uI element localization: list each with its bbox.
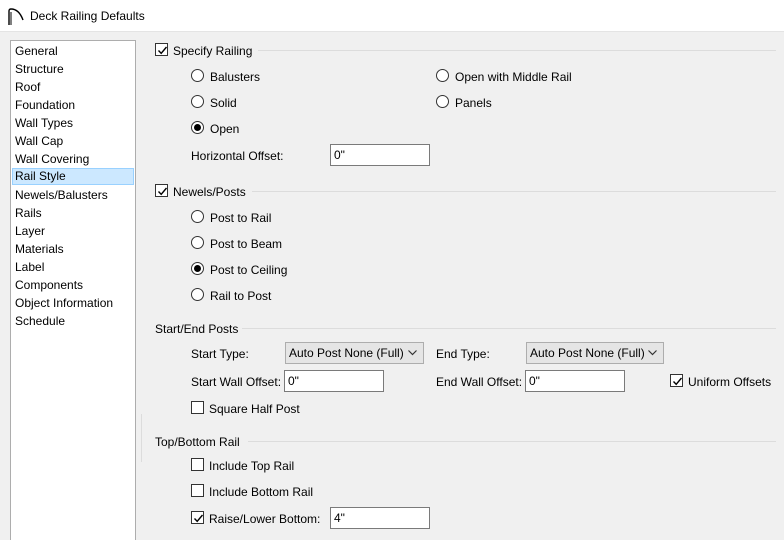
checkmark-icon [193, 514, 204, 523]
start-wall-offset-label: Start Wall Offset: [191, 375, 282, 389]
raise-lower-bottom-checkbox[interactable] [191, 511, 204, 524]
radio-open-with-middle-rail[interactable] [436, 69, 449, 82]
start-type-dropdown[interactable]: Auto Post None (Full) [285, 342, 424, 364]
chevron-down-icon [648, 350, 657, 356]
start-type-value: Auto Post None (Full) [289, 346, 404, 360]
radio-rail-to-post-label[interactable]: Rail to Post [210, 289, 271, 303]
end-type-dropdown[interactable]: Auto Post None (Full) [526, 342, 664, 364]
sidebar-item-components[interactable]: Components [12, 277, 134, 294]
end-type-label: End Type: [436, 347, 490, 361]
end-type-value: Auto Post None (Full) [530, 346, 645, 360]
horizontal-offset-label: Horizontal Offset: [191, 149, 284, 163]
radio-post-to-beam[interactable] [191, 236, 204, 249]
radio-panels-label[interactable]: Panels [455, 96, 492, 110]
specify-railing-label[interactable]: Specify Railing [173, 44, 252, 58]
include-top-rail-label[interactable]: Include Top Rail [209, 459, 294, 473]
category-list[interactable]: General Structure Roof Foundation Wall T… [10, 40, 136, 540]
sidebar-item-foundation[interactable]: Foundation [12, 97, 134, 114]
radio-rail-to-post[interactable] [191, 288, 204, 301]
radio-post-to-rail-label[interactable]: Post to Rail [210, 211, 271, 225]
radio-solid-label[interactable]: Solid [210, 96, 237, 110]
radio-selected-dot [194, 124, 201, 131]
checkmark-icon [157, 46, 168, 55]
group-divider [258, 50, 776, 51]
newels-posts-label[interactable]: Newels/Posts [173, 185, 246, 199]
splitter-handle[interactable] [141, 414, 142, 462]
sidebar-item-general[interactable]: General [12, 43, 134, 60]
square-half-post-checkbox[interactable] [191, 401, 204, 414]
radio-balusters[interactable] [191, 69, 204, 82]
raise-lower-bottom-input[interactable]: 4" [330, 507, 430, 529]
group-divider [248, 441, 776, 442]
radio-open-label[interactable]: Open [210, 122, 239, 136]
radio-balusters-label[interactable]: Balusters [210, 70, 260, 84]
sidebar-item-wall-types[interactable]: Wall Types [12, 115, 134, 132]
raise-lower-bottom-label[interactable]: Raise/Lower Bottom: [209, 512, 320, 526]
chevron-down-icon [408, 350, 417, 356]
radio-solid[interactable] [191, 95, 204, 108]
include-bottom-rail-label[interactable]: Include Bottom Rail [209, 485, 313, 499]
radio-post-to-ceiling-label[interactable]: Post to Ceiling [210, 263, 287, 277]
title-bar: Deck Railing Defaults [0, 0, 784, 32]
app-logo-icon [8, 8, 24, 25]
radio-post-to-beam-label[interactable]: Post to Beam [210, 237, 282, 251]
sidebar-item-rail-style[interactable]: Rail Style [12, 168, 134, 185]
sidebar-item-wall-cap[interactable]: Wall Cap [12, 133, 134, 150]
horizontal-offset-input[interactable]: 0" [330, 144, 430, 166]
sidebar-item-newels-balusters[interactable]: Newels/Balusters [12, 187, 134, 204]
top-bottom-rail-heading: Top/Bottom Rail [155, 435, 240, 449]
start-type-label: Start Type: [191, 347, 249, 361]
start-end-posts-heading: Start/End Posts [155, 322, 239, 336]
sidebar-item-label[interactable]: Label [12, 259, 134, 276]
radio-selected-dot [194, 265, 201, 272]
end-wall-offset-input[interactable]: 0" [525, 370, 625, 392]
sidebar-item-roof[interactable]: Roof [12, 79, 134, 96]
radio-open-with-middle-rail-label[interactable]: Open with Middle Rail [455, 70, 572, 84]
sidebar-item-schedule[interactable]: Schedule [12, 313, 134, 330]
include-top-rail-checkbox[interactable] [191, 458, 204, 471]
radio-open[interactable] [191, 121, 204, 134]
window-title: Deck Railing Defaults [30, 9, 145, 23]
checkmark-icon [672, 377, 683, 386]
radio-post-to-ceiling[interactable] [191, 262, 204, 275]
sidebar-item-layer[interactable]: Layer [12, 223, 134, 240]
group-divider [242, 328, 776, 329]
specify-railing-checkbox[interactable] [155, 43, 168, 56]
square-half-post-label[interactable]: Square Half Post [209, 402, 300, 416]
checkmark-icon [157, 187, 168, 196]
uniform-offsets-label[interactable]: Uniform Offsets [688, 375, 771, 389]
sidebar-item-wall-covering[interactable]: Wall Covering [12, 151, 134, 168]
sidebar-item-rails[interactable]: Rails [12, 205, 134, 222]
uniform-offsets-checkbox[interactable] [670, 374, 683, 387]
include-bottom-rail-checkbox[interactable] [191, 484, 204, 497]
radio-post-to-rail[interactable] [191, 210, 204, 223]
sidebar-item-materials[interactable]: Materials [12, 241, 134, 258]
end-wall-offset-label: End Wall Offset: [436, 375, 523, 389]
group-divider [252, 191, 776, 192]
radio-panels[interactable] [436, 95, 449, 108]
sidebar-item-structure[interactable]: Structure [12, 61, 134, 78]
sidebar-item-object-information[interactable]: Object Information [12, 295, 134, 312]
newels-posts-checkbox[interactable] [155, 184, 168, 197]
start-wall-offset-input[interactable]: 0" [284, 370, 384, 392]
